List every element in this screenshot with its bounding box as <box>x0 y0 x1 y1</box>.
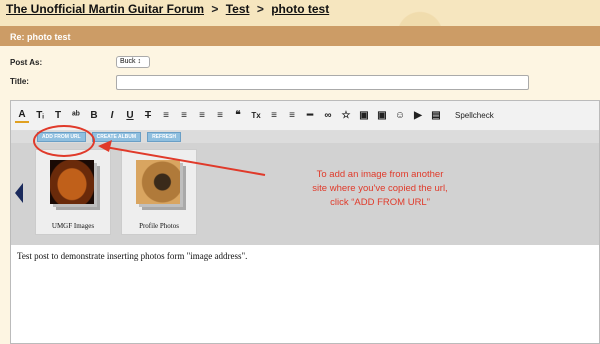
annotation-line: site where you've copied the url, <box>312 182 448 194</box>
annotation-line: click “ADD FROM URL” <box>330 196 430 208</box>
text-style-icon[interactable]: T <box>51 109 65 123</box>
font-color-icon[interactable]: A <box>15 109 29 123</box>
annotation-text: To add an image from another site where … <box>250 168 510 209</box>
quote-icon[interactable]: ❝ <box>231 109 245 123</box>
highlight-icon[interactable]: ᵃᵇ <box>69 109 83 123</box>
clear-format-icon[interactable]: Tx <box>249 109 263 123</box>
editor-body[interactable]: Test post to demonstrate inserting photo… <box>11 245 599 267</box>
gallery-icon[interactable]: ▣ <box>375 109 389 123</box>
bullet-list-icon[interactable]: ≡ <box>267 109 281 123</box>
refresh-button[interactable]: REFRESH <box>147 132 181 142</box>
video-icon[interactable]: ▶ <box>411 109 425 123</box>
editor-toolbar: A Tᵢ T ᵃᵇ B I U T ≡ ≡ ≡ ≡ ❝ Tx ≡ ≡ ━ ∞ ☆… <box>11 101 599 131</box>
unlink-icon[interactable]: ☆ <box>339 109 353 123</box>
highlight-ring <box>33 125 95 157</box>
annotation-line: To add an image from another <box>316 169 444 180</box>
create-album-button[interactable]: CREATE ALBUM <box>91 132 142 142</box>
breadcrumb-section-link[interactable]: Test <box>226 2 250 16</box>
number-list-icon[interactable]: ≡ <box>285 109 299 123</box>
title-input[interactable] <box>116 75 529 90</box>
scroll-left-icon[interactable] <box>15 183 23 203</box>
spellcheck-button[interactable]: Spellcheck <box>455 111 494 120</box>
breadcrumb-forum-link[interactable]: The Unofficial Martin Guitar Forum <box>6 2 204 16</box>
breadcrumb: The Unofficial Martin Guitar Forum > Tes… <box>6 2 329 16</box>
bold-icon[interactable]: B <box>87 109 101 123</box>
align-left-icon[interactable]: ≡ <box>159 109 173 123</box>
album-profile-photos[interactable]: Profile Photos <box>121 149 197 235</box>
underline-icon[interactable]: U <box>123 109 137 123</box>
breadcrumb-separator: > <box>211 2 219 16</box>
align-center-icon[interactable]: ≡ <box>177 109 191 123</box>
smiley-icon[interactable]: ☺ <box>393 109 407 123</box>
font-size-icon[interactable]: Tᵢ <box>33 109 47 123</box>
justify-icon[interactable]: ≡ <box>213 109 227 123</box>
strikethrough-icon[interactable]: T <box>141 109 155 123</box>
picture-bar: ADD FROM URL CREATE ALBUM REFRESH <box>11 131 599 143</box>
post-editor: A Tᵢ T ᵃᵇ B I U T ≡ ≡ ≡ ≡ ❝ Tx ≡ ≡ ━ ∞ ☆… <box>10 100 600 344</box>
breadcrumb-separator: > <box>256 2 264 16</box>
horizontal-rule-icon[interactable]: ━ <box>303 109 317 123</box>
profile-thumbnail <box>136 160 180 204</box>
album-caption: Profile Photos <box>139 222 179 230</box>
album-umgf-images[interactable]: UMGF Images <box>35 149 111 235</box>
italic-icon[interactable]: I <box>105 109 119 123</box>
post-as-label: Post As: <box>10 58 43 67</box>
panel-header: Re: photo test <box>0 26 600 46</box>
album-caption: UMGF Images <box>51 222 95 230</box>
post-as-select[interactable]: Buck ↕ <box>116 56 150 68</box>
title-label: Title: <box>10 77 29 86</box>
guitar-thumbnail <box>50 160 94 204</box>
align-right-icon[interactable]: ≡ <box>195 109 209 123</box>
link-icon[interactable]: ∞ <box>321 109 335 123</box>
breadcrumb-current-link[interactable]: photo test <box>271 2 329 16</box>
image-icon[interactable]: ▣ <box>357 109 371 123</box>
source-icon[interactable]: ▤ <box>429 109 443 123</box>
